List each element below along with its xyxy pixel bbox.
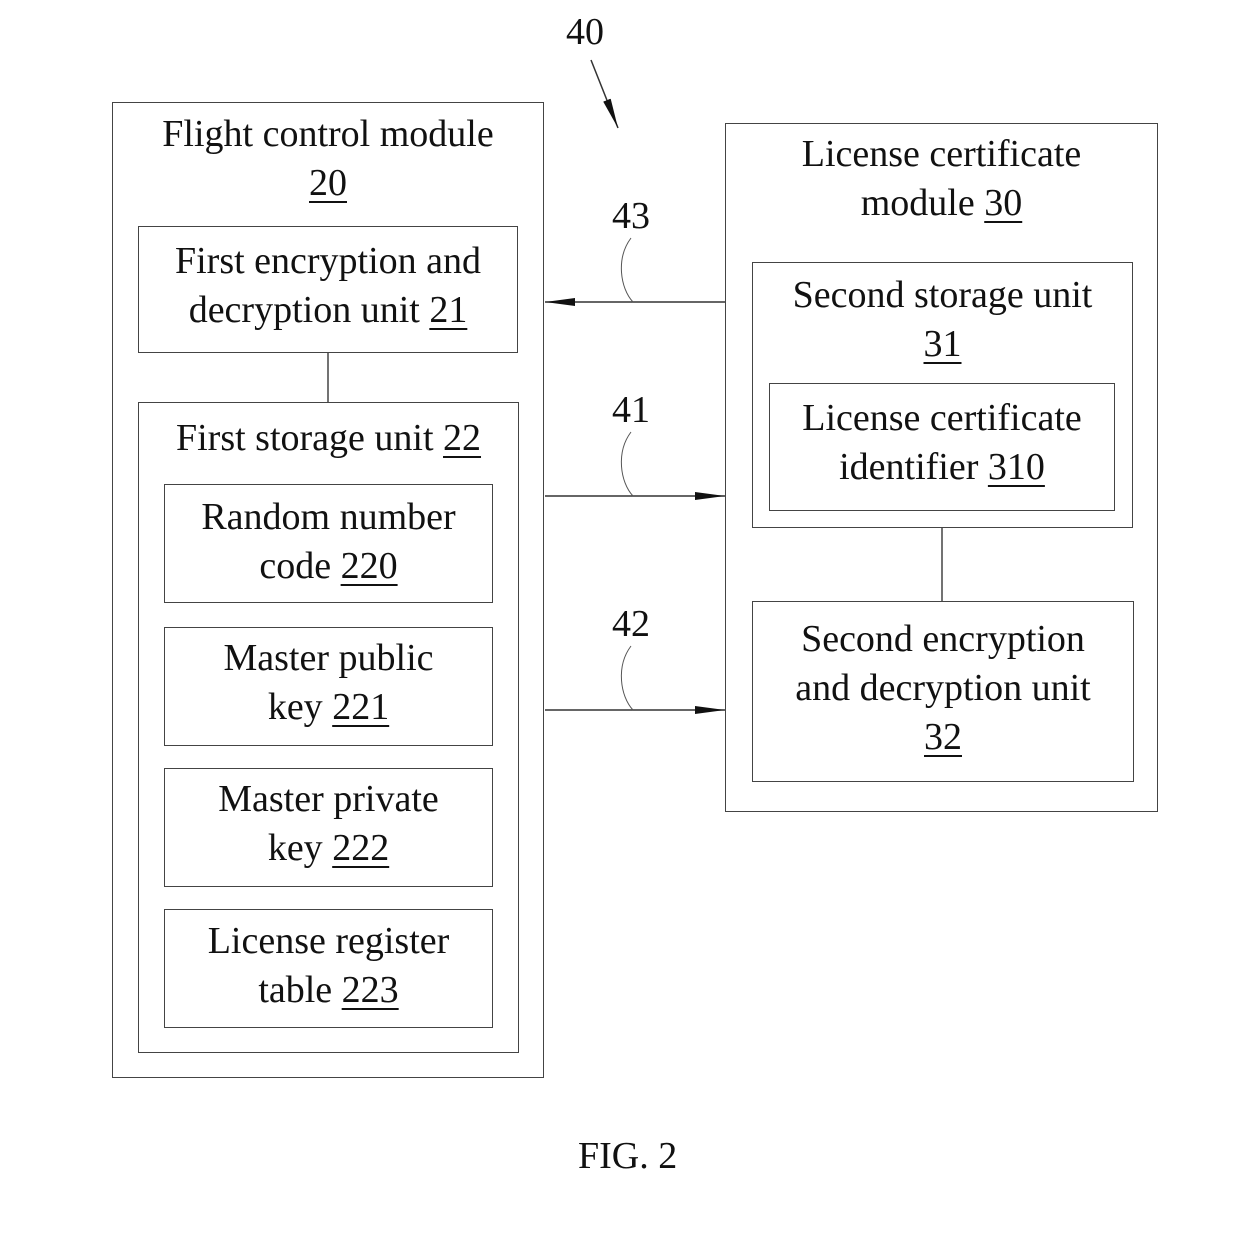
license-module-label: License certificate module 30: [725, 130, 1158, 228]
storage31-ref: 31: [923, 323, 962, 365]
first-storage-unit-label: First storage unit 22: [138, 414, 519, 463]
item222-ref: 222: [332, 827, 390, 869]
item223-line1: License register: [207, 920, 450, 962]
figure-ref: 40: [566, 11, 604, 53]
arrow-40: [590, 59, 619, 129]
first-encryption-unit-label: First encryption and decryption unit 21: [138, 237, 518, 335]
storage22-ref: 22: [443, 417, 482, 459]
enc32-line2: and decryption unit: [795, 667, 1091, 709]
enc21-ref: 21: [429, 289, 468, 331]
figure-caption: FIG. 2: [578, 1135, 678, 1177]
item221-label: Master public key 221: [164, 634, 493, 732]
identifier310-ref: 310: [987, 446, 1045, 488]
connection-ref-43: 43: [612, 195, 650, 237]
storage31-title: Second storage unit: [792, 274, 1093, 316]
flight-module-title: Flight control module: [162, 113, 494, 155]
item220-label: Random number code 220: [164, 493, 493, 591]
license-module-line1: License certificate: [801, 133, 1082, 175]
license-module-ref: 30: [984, 182, 1023, 224]
enc21-line2: decryption unit: [188, 289, 420, 331]
item222-line2: key: [267, 827, 323, 869]
connection-ref-41: 41: [612, 389, 650, 431]
item223-label: License register table 223: [164, 917, 493, 1015]
item222-label: Master private key 222: [164, 775, 493, 873]
item220-ref: 220: [340, 545, 398, 587]
item220-line2: code: [259, 545, 332, 587]
connection-ref-42: 42: [612, 603, 650, 645]
enc21-line1: First encryption and: [174, 240, 482, 282]
item221-line2: key: [267, 686, 323, 728]
identifier310-line2: identifier: [839, 446, 979, 488]
leader-42: [620, 645, 634, 711]
enc32-ref: 32: [924, 716, 962, 758]
identifier310-label: License certificate identifier 310: [769, 394, 1115, 492]
item222-line1: Master private: [218, 778, 439, 820]
enc32-line1: Second encryption: [801, 618, 1085, 660]
item221-ref: 221: [332, 686, 390, 728]
identifier310-line1: License certificate: [802, 397, 1082, 439]
storage22-title: First storage unit: [175, 417, 434, 459]
second-storage-unit-label: Second storage unit 31: [752, 271, 1133, 369]
license-module-line2: module: [860, 182, 975, 224]
flight-control-module-label: Flight control module 20: [112, 110, 544, 208]
flight-module-ref: 20: [309, 162, 347, 204]
enc32-label: Second encryption and decryption unit 32: [752, 615, 1134, 762]
item223-line2: table: [258, 969, 333, 1011]
item221-line1: Master public: [223, 637, 434, 679]
item220-line1: Random number: [201, 496, 456, 538]
leader-43: [620, 237, 634, 303]
leader-41: [620, 431, 634, 497]
item223-ref: 223: [341, 969, 399, 1011]
